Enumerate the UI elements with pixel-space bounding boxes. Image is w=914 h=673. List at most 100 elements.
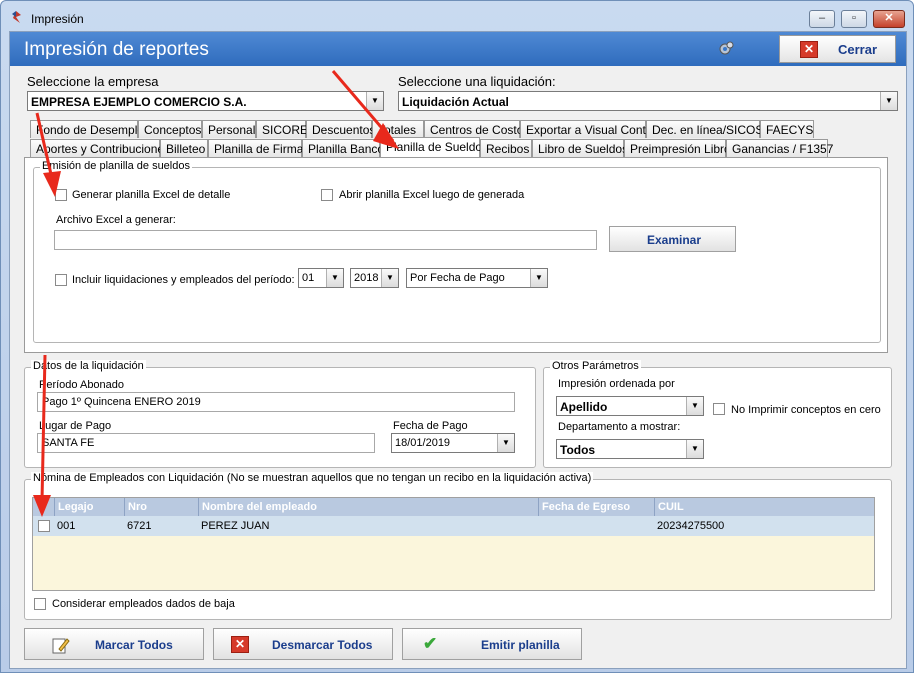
maximize-button[interactable]: ▫	[841, 10, 867, 28]
periodo-label: Período Abonado	[39, 379, 125, 391]
tab-ganancias-f1357[interactable]: Ganancias / F1357	[726, 139, 833, 157]
lugar-label: Lugar de Pago	[39, 420, 112, 432]
tab-fondo-desempleo[interactable]: Fondo de Desempleo	[30, 120, 151, 138]
close-icon: ✕	[231, 636, 249, 653]
incluir-periodo-checkbox[interactable]	[55, 274, 67, 286]
lugar-input[interactable]: SANTA FE	[37, 433, 375, 453]
cell-legajo: 001	[57, 520, 76, 532]
window-title: Impresión	[31, 12, 84, 26]
depto-value: Todos	[560, 443, 596, 457]
examinar-button[interactable]: Examinar	[609, 226, 736, 252]
mes-select[interactable]: 01 ▼	[298, 268, 344, 288]
fecha-pago-label: Fecha de Pago	[393, 420, 468, 432]
lugar-value: SANTA FE	[42, 437, 95, 449]
tab-preimpresion-libro[interactable]: Preimpresión Libro	[624, 139, 731, 157]
tab-billeteo[interactable]: Billeteo	[160, 139, 208, 157]
empresa-select[interactable]: EMPRESA EJEMPLO COMERCIO S.A. ▼	[27, 91, 384, 111]
chevron-down-icon: ▼	[381, 269, 398, 287]
fecha-pago-picker[interactable]: 18/01/2019 ▼	[391, 433, 515, 453]
tab-dec-linea-sicoss[interactable]: Dec. en línea/SICOSS	[646, 120, 771, 138]
depto-select[interactable]: Todos ▼	[556, 439, 704, 459]
app-window: Impresión – ▫ ✕ Impresión de reportes ✕ …	[0, 0, 914, 673]
orden-value: Apellido	[560, 400, 608, 414]
chevron-down-icon: ▼	[880, 92, 897, 110]
excel-detalle-checkbox[interactable]	[55, 189, 67, 201]
report-header: Impresión de reportes ✕ Cerrar	[10, 32, 906, 66]
tab-planilla-firmas[interactable]: Planilla de Firmas	[208, 139, 309, 157]
tab-planilla-sueldos[interactable]: Planilla de Sueldos	[380, 137, 488, 158]
archivo-input[interactable]	[54, 230, 597, 250]
chevron-down-icon: ▼	[530, 269, 547, 287]
orden-select[interactable]: Apellido ▼	[556, 396, 704, 416]
examinar-label: Examinar	[647, 233, 702, 247]
chevron-down-icon: ▼	[366, 92, 383, 110]
chevron-down-icon: ▼	[686, 440, 703, 458]
anio-select[interactable]: 2018 ▼	[350, 268, 399, 288]
window-close-button[interactable]: ✕	[873, 10, 905, 28]
liquidacion-select[interactable]: Liquidación Actual ▼	[398, 91, 898, 111]
mes-value: 01	[302, 272, 315, 284]
column-nro[interactable]: Nro	[125, 498, 199, 516]
column-legajo[interactable]: Legajo	[55, 498, 125, 516]
empresa-value: EMPRESA EJEMPLO COMERCIO S.A.	[31, 95, 247, 109]
title-bar: Impresión – ▫ ✕	[1, 1, 913, 31]
tab-aportes-contribuciones[interactable]: Aportes y Contribuciones	[30, 139, 170, 157]
tab-centros-costo[interactable]: Centros de Costo	[424, 120, 523, 138]
tab-recibos[interactable]: Recibos	[480, 139, 532, 157]
tab-sicore[interactable]: SICORE	[256, 120, 308, 138]
archivo-label: Archivo Excel a generar:	[56, 214, 176, 226]
marcar-todos-button[interactable]: Marcar Todos	[24, 628, 204, 660]
nomina-group-title: Nómina de Empleados con Liquidación (No …	[31, 472, 594, 484]
emitir-planilla-button[interactable]: ✔ Emitir planilla	[402, 628, 582, 660]
table-header: Legajo Nro Nombre del empleado Fecha de …	[33, 498, 874, 516]
abrir-excel-label: Abrir planilla Excel luego de generada	[339, 189, 525, 201]
depto-label: Departamento a mostrar:	[558, 421, 681, 433]
planilla-group-title: Emisión de planilla de sueldos	[40, 160, 192, 172]
desmarcar-todos-button[interactable]: ✕ Desmarcar Todos	[213, 628, 393, 660]
tab-faecys[interactable]: FAECYS	[760, 120, 814, 138]
emitir-planilla-label: Emitir planilla	[481, 638, 560, 652]
checkmark-icon: ✔	[423, 634, 438, 653]
employees-table: Legajo Nro Nombre del empleado Fecha de …	[32, 497, 875, 591]
app-icon	[12, 11, 21, 23]
cell-nombre: PEREZ JUAN	[201, 520, 270, 532]
close-icon: ✕	[800, 41, 818, 58]
datos-liquidacion-title: Datos de la liquidación	[31, 360, 146, 372]
pencil-icon	[52, 638, 70, 654]
incluir-periodo-label: Incluir liquidaciones y empleados del pe…	[72, 274, 295, 286]
column-fecha-egreso[interactable]: Fecha de Egreso	[539, 498, 655, 516]
marcar-todos-label: Marcar Todos	[95, 638, 173, 652]
periodo-value: Pago 1º Quincena ENERO 2019	[42, 396, 201, 408]
tab-totales[interactable]: Totales	[372, 120, 424, 138]
liquidacion-label: Seleccione una liquidación:	[398, 74, 556, 89]
row-select-checkbox[interactable]	[38, 520, 50, 532]
cell-cuil: 20234275500	[657, 520, 725, 532]
gear-icon[interactable]	[718, 41, 734, 57]
tab-descuentos[interactable]: Descuentos	[306, 120, 375, 138]
client-area: Impresión de reportes ✕ Cerrar Seleccion…	[9, 31, 907, 669]
minimize-button[interactable]: –	[809, 10, 835, 28]
liquidacion-value: Liquidación Actual	[402, 95, 509, 109]
orden-label: Impresión ordenada por	[558, 378, 675, 390]
periodo-input[interactable]: Pago 1º Quincena ENERO 2019	[37, 392, 515, 412]
tab-conceptos[interactable]: Conceptos	[138, 120, 202, 138]
baja-checkbox[interactable]	[34, 598, 46, 610]
fecha-pago-value: 18/01/2019	[395, 437, 451, 449]
no-imprimir-checkbox[interactable]	[713, 403, 725, 415]
orden-fecha-select[interactable]: Por Fecha de Pago ▼	[406, 268, 548, 288]
chevron-down-icon: ▼	[686, 397, 703, 415]
cell-nro: 6721	[127, 520, 152, 532]
tab-libro-sueldos[interactable]: Libro de Sueldos	[532, 139, 628, 157]
abrir-excel-checkbox[interactable]	[321, 189, 333, 201]
table-row[interactable]: 001 6721 PEREZ JUAN 20234275500	[33, 516, 874, 536]
column-nombre[interactable]: Nombre del empleado	[199, 498, 539, 516]
tab-planilla-banco[interactable]: Planilla Banco	[302, 139, 384, 157]
tab-panel-planilla-sueldos: Emisión de planilla de sueldos Generar p…	[24, 157, 888, 353]
tab-exportar-visual-conta[interactable]: Exportar a Visual Conta	[520, 120, 653, 138]
empresa-label: Seleccione la empresa	[27, 74, 159, 89]
column-cuil[interactable]: CUIL	[655, 498, 874, 516]
close-report-button[interactable]: ✕ Cerrar	[779, 35, 896, 63]
tab-personal[interactable]: Personal	[202, 120, 256, 138]
desmarcar-todos-label: Desmarcar Todos	[272, 638, 373, 652]
chevron-down-icon: ▼	[497, 434, 514, 452]
